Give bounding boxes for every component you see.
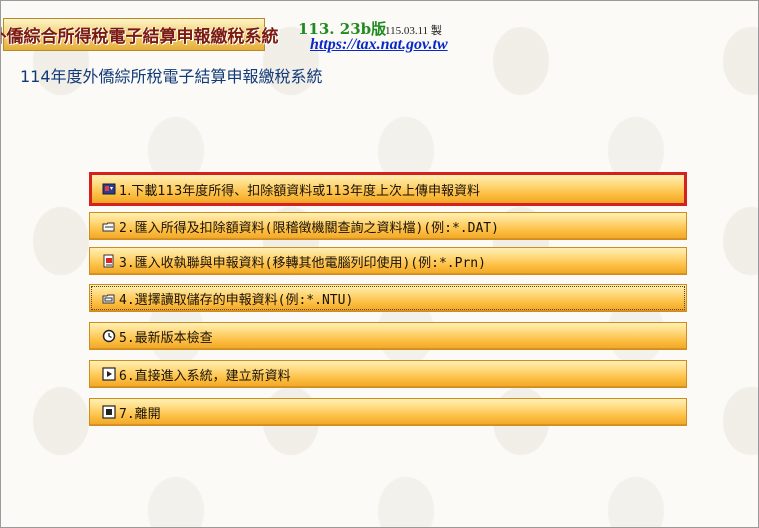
menu-open-saved-button[interactable]: 4.選擇讀取儲存的申報資料(例:*.NTU) — [89, 284, 687, 312]
import-folder-icon — [102, 219, 116, 233]
stop-square-icon — [102, 405, 116, 419]
logo-text: 外僑綜合所得稅電子結算申報繳稅系統 — [0, 27, 279, 47]
import-document-icon — [102, 254, 116, 268]
menu-item-label: 1.下載113年度所得、扣除額資料或113年度上次上傳申報資料 — [119, 183, 481, 199]
menu-import-dat-button[interactable]: 2.匯入所得及扣除額資料(限稽徵機關查詢之資料檔)(例:*.DAT) — [89, 212, 687, 240]
menu-download-button[interactable]: 1.下載113年度所得、扣除額資料或113年度上次上傳申報資料 — [89, 172, 687, 206]
website-link[interactable]: https://tax.nat.gov.tw — [310, 36, 448, 54]
clock-update-icon — [102, 329, 116, 343]
menu-exit-button[interactable]: 7.離開 — [89, 398, 687, 426]
menu-item-label: 3.匯入收執聯與申報資料(移轉其他電腦列印使用)(例:*.Prn) — [119, 255, 486, 271]
menu-import-prn-button[interactable]: 3.匯入收執聯與申報資料(移轉其他電腦列印使用)(例:*.Prn) — [89, 247, 687, 275]
menu-item-label: 7.離開 — [119, 406, 161, 422]
menu-new-data-button[interactable]: 6.直接進入系統，建立新資料 — [89, 360, 687, 388]
system-logo: 外僑綜合所得稅電子結算申報繳稅系統 — [1, 18, 279, 51]
menu-item-label: 4.選擇讀取儲存的申報資料(例:*.NTU) — [119, 292, 354, 308]
menu-item-label: 2.匯入所得及扣除額資料(限稽徵機關查詢之資料檔)(例:*.DAT) — [119, 220, 499, 236]
play-arrow-icon — [102, 367, 116, 381]
header-banner: 外僑綜合所得稅電子結算申報繳稅系統 113. 23b版 115.03.11 製 … — [1, 1, 758, 59]
open-file-icon — [102, 291, 116, 305]
main-window: 外僑綜合所得稅電子結算申報繳稅系統 113. 23b版 115.03.11 製 … — [0, 0, 759, 528]
download-shield-icon — [102, 182, 116, 196]
menu-item-label: 5.最新版本檢查 — [119, 330, 213, 346]
menu-version-check-button[interactable]: 5.最新版本檢查 — [89, 322, 687, 350]
menu-item-label: 6.直接進入系統，建立新資料 — [119, 368, 291, 384]
page-title: 114年度外僑綜所稅電子結算申報繳稅系統 — [20, 67, 323, 86]
